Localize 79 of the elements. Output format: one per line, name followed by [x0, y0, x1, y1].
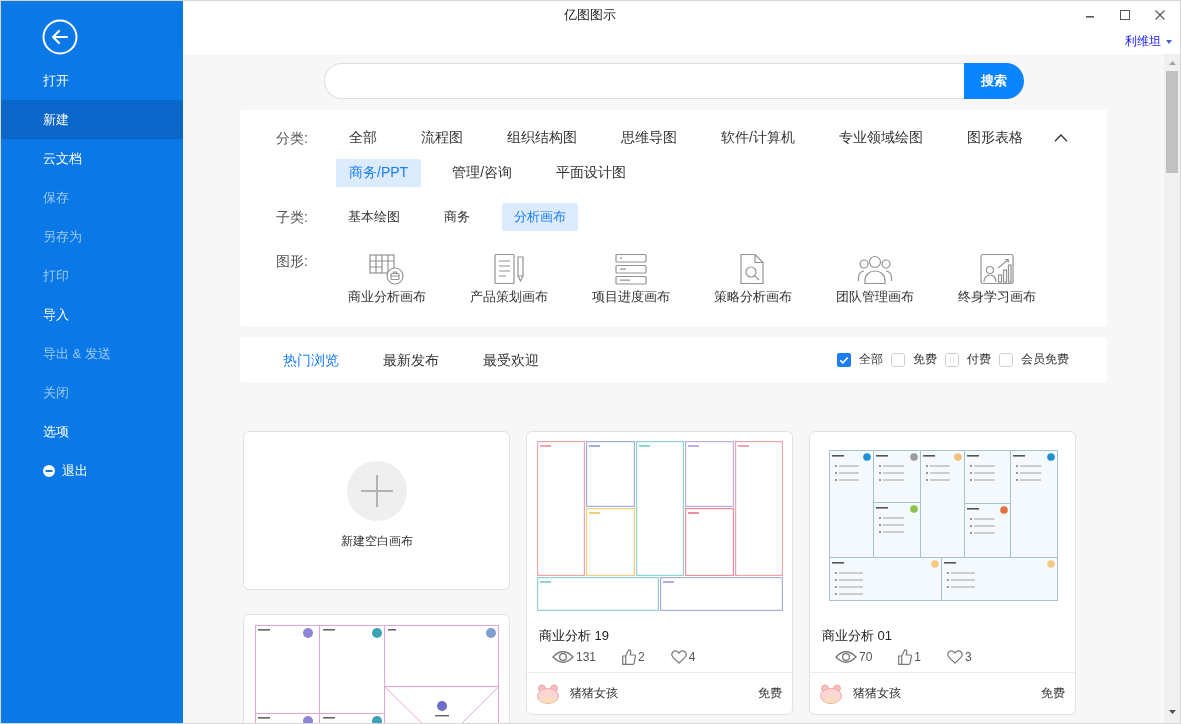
- sidebar-item[interactable]: 导入: [1, 295, 183, 334]
- category-chip[interactable]: 软件/计算机: [708, 124, 808, 152]
- sidebar-item[interactable]: 打开: [1, 61, 183, 100]
- person-chart-icon: [979, 253, 1015, 285]
- caret-down-icon: [1166, 39, 1172, 44]
- canvas-type-button[interactable]: 策略分析画布: [692, 247, 814, 306]
- search-field[interactable]: [323, 63, 964, 99]
- scroll-up-icon[interactable]: [1168, 61, 1176, 65]
- price-label: 免费: [758, 685, 782, 702]
- favorite-count: 4: [688, 650, 696, 664]
- table-briefcase-icon: [369, 253, 405, 285]
- category-chip[interactable]: 管理/咨询: [439, 159, 525, 187]
- price-label: 免费: [1041, 685, 1065, 702]
- document-pencil-icon: [491, 253, 527, 285]
- filter-label: 子类:: [276, 208, 309, 227]
- checkbox-label[interactable]: 付费: [967, 351, 991, 368]
- canvas-type-button[interactable]: 终身学习画布: [936, 247, 1058, 306]
- thumbs-up-icon[interactable]: [622, 649, 637, 665]
- like-count: 1: [914, 650, 922, 664]
- canvas-type-button[interactable]: 产品策划画布: [448, 247, 570, 306]
- sidebar-item[interactable]: 新建: [1, 100, 183, 139]
- avatar-icon: [537, 683, 559, 704]
- category-chip[interactable]: 平面设计图: [543, 159, 639, 187]
- scrollbar-thumb[interactable]: [1166, 71, 1178, 173]
- minimize-icon[interactable]: [1086, 16, 1094, 18]
- checkbox[interactable]: [837, 352, 851, 367]
- sort-tab[interactable]: 最受欢迎: [483, 349, 539, 370]
- category-chip[interactable]: 全部: [336, 124, 390, 152]
- heart-icon[interactable]: [947, 650, 964, 664]
- subcategory-chip[interactable]: 商务: [432, 203, 482, 231]
- heart-icon[interactable]: [670, 650, 687, 664]
- new-blank-canvas-card[interactable]: 新建空白画布: [243, 431, 510, 590]
- subcategory-chip[interactable]: 基本绘图: [336, 203, 412, 231]
- author-name: 猪猪女孩: [853, 685, 901, 702]
- checkbox-label[interactable]: 免费: [913, 351, 937, 368]
- checkbox[interactable]: [999, 352, 1013, 367]
- scroll-down-icon[interactable]: [1168, 710, 1176, 714]
- back-icon[interactable]: [42, 19, 78, 55]
- favorite-count: 3: [965, 650, 972, 664]
- template-title: 商业分析 19: [539, 627, 610, 645]
- plus-icon: [346, 461, 407, 521]
- search-button[interactable]: 搜索: [963, 63, 1024, 99]
- user-menu[interactable]: 利维坦: [1125, 33, 1172, 50]
- sort-tab[interactable]: 热门浏览: [283, 349, 339, 370]
- canvas-type-button[interactable]: 团队管理画布: [814, 247, 936, 306]
- view-count: 131: [576, 650, 597, 664]
- filter-label: 图形:: [276, 252, 309, 271]
- template-card[interactable]: 商业分析 19 131 2 4 猪猪女孩 免费: [526, 431, 793, 715]
- category-chip[interactable]: 专业领域绘图: [825, 124, 936, 152]
- eye-icon: [835, 650, 857, 664]
- eye-icon: [552, 650, 574, 664]
- maximize-icon[interactable]: [1120, 10, 1130, 20]
- canvas-type-button[interactable]: 商业分析画布: [326, 247, 448, 306]
- stacked-rows-icon: [613, 253, 649, 285]
- checkbox-label[interactable]: 全部: [859, 351, 883, 368]
- thumbs-up-icon[interactable]: [898, 649, 913, 665]
- sort-tab[interactable]: 最新发布: [383, 349, 439, 370]
- category-chip[interactable]: 图形表格: [953, 124, 1036, 152]
- view-count: 70: [859, 650, 873, 664]
- checkbox[interactable]: [945, 352, 959, 367]
- people-group-icon: [857, 253, 893, 285]
- template-title: 商业分析 01: [822, 627, 893, 645]
- category-chip[interactable]: 思维导图: [608, 124, 690, 152]
- sidebar-item[interactable]: 退出: [1, 451, 183, 490]
- category-chip[interactable]: 组织结构图: [494, 124, 590, 152]
- category-chip[interactable]: 流程图: [408, 124, 476, 152]
- avatar-icon: [820, 683, 842, 704]
- author-name: 猪猪女孩: [570, 685, 618, 702]
- chevron-up-icon[interactable]: [1054, 134, 1068, 142]
- filter-label: 分类:: [276, 129, 309, 148]
- checkbox-label[interactable]: 会员免费: [1021, 351, 1069, 368]
- template-card[interactable]: 商业分析 01 70 1 3 猪猪女孩 免费: [809, 431, 1076, 715]
- close-icon[interactable]: [1155, 10, 1165, 20]
- window-title: 亿图图示: [564, 6, 616, 24]
- canvas-type-button[interactable]: 项目进度画布: [570, 247, 692, 306]
- like-count: 2: [638, 650, 645, 664]
- checkbox[interactable]: [891, 352, 905, 367]
- sidebar-item[interactable]: 云文档: [1, 139, 183, 178]
- sidebar-item[interactable]: 选项: [1, 412, 183, 451]
